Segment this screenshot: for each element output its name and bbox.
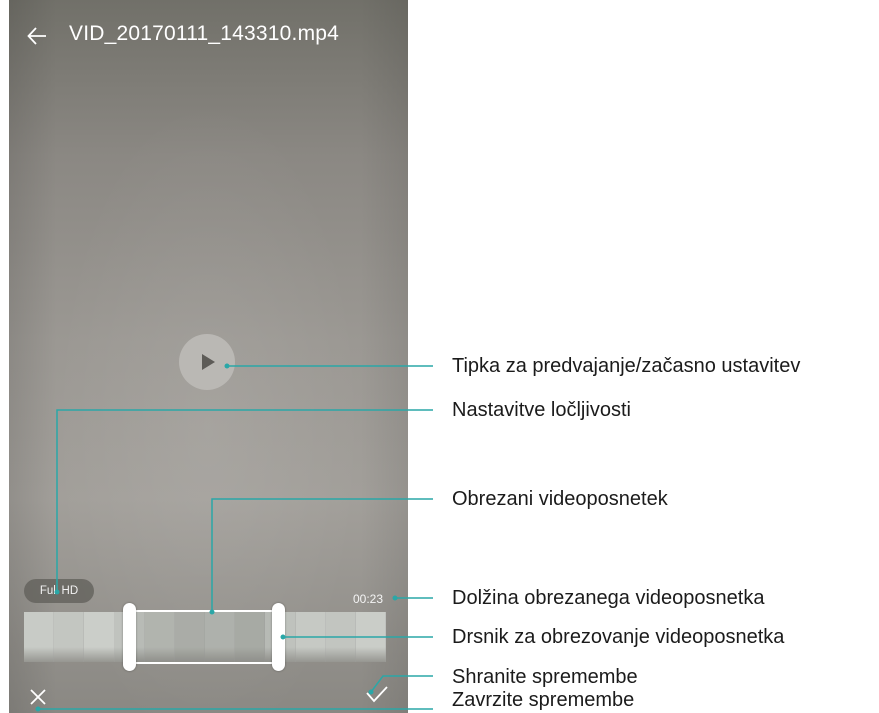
filmstrip-frame [325,612,356,662]
callout-trimmed-video: Obrezani videoposnetek [452,488,668,510]
filmstrip-frame [84,612,115,662]
play-pause-button[interactable] [179,334,235,390]
callout-trimmed-duration: Dolžina obrezanega videoposnetka [452,587,765,609]
close-x-icon [30,689,46,705]
back-button[interactable] [23,22,51,50]
callout-save: Shranite spremembe [452,666,638,688]
arrow-left-icon [27,27,46,45]
checkmark-icon [366,686,388,703]
callout-trim-slider: Drsnik za obrezovanje videoposnetka [452,626,785,648]
resolution-button[interactable]: Full HD [24,579,94,603]
file-name-title: VID_20170111_143310.mp4 [69,22,340,45]
callout-discard: Zavrzite spremembe [452,689,635,711]
trimmed-duration: 00:23 [353,592,384,606]
annotated-screenshot: VID_20170111_143310.mp4 Full HD 00:23 Ti… [0,0,879,713]
trim-selection [129,610,279,664]
callout-resolution: Nastavitve ločljivosti [452,399,631,421]
callout-play-pause: Tipka za predvajanje/začasno ustavitev [452,355,801,377]
play-icon [202,354,215,370]
title-bar: VID_20170111_143310.mp4 [9,0,408,70]
trim-handle-start[interactable] [123,603,136,671]
trim-handle-end[interactable] [272,603,285,671]
filmstrip-frame [295,612,326,662]
save-button[interactable] [364,683,390,705]
video-editor-screen: VID_20170111_143310.mp4 Full HD 00:23 [9,0,408,713]
filmstrip-frame [24,612,55,662]
filmstrip-frame [54,612,85,662]
discard-button[interactable] [27,686,49,708]
filmstrip-frame [355,612,386,662]
